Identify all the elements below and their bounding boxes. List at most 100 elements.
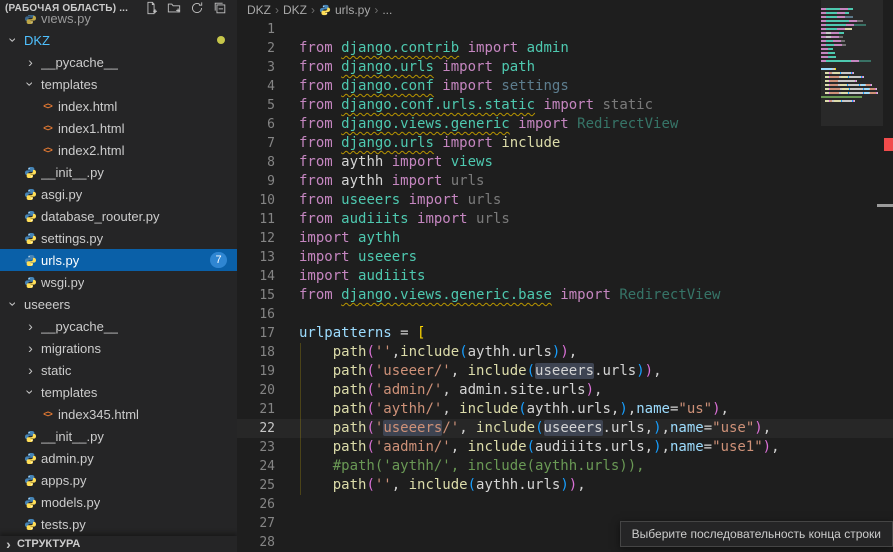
breadcrumb: DKZ›DKZ›urls.py›...	[237, 0, 893, 20]
code-line[interactable]: 17urlpatterns = [	[237, 324, 893, 343]
collapse-all-icon[interactable]	[213, 1, 227, 15]
code-line[interactable]: 11from audiiits import urls	[237, 210, 893, 229]
code-line[interactable]: 23 path('aadmin/', include(audiiits.urls…	[237, 438, 893, 457]
chevron-expanded-icon: ›	[23, 384, 39, 401]
code-line[interactable]: 26	[237, 495, 893, 514]
code-text: path('useeers/', include(useeers.urls,),…	[299, 419, 893, 438]
tree-file-database_roouter.py[interactable]: database_roouter.py	[0, 205, 237, 227]
line-number[interactable]: 16	[237, 305, 299, 324]
code-line[interactable]: 3from django.urls import path	[237, 58, 893, 77]
tree-folder-templates[interactable]: ›templates	[0, 381, 237, 403]
line-number[interactable]: 2	[237, 39, 299, 58]
line-number[interactable]: 7	[237, 134, 299, 153]
code-text: from django.urls import path	[299, 58, 893, 77]
outline-section-header[interactable]: › СТРУКТУРА	[0, 536, 237, 552]
tree-file-models.py[interactable]: models.py	[0, 491, 237, 513]
tree-folder-DKZ[interactable]: ›DKZ	[0, 29, 237, 51]
tree-file-index1.html[interactable]: <>index1.html	[0, 117, 237, 139]
code-line[interactable]: 5from django.conf.urls.static import sta…	[237, 96, 893, 115]
tree-file-urls.py[interactable]: urls.py7	[0, 249, 237, 271]
line-number[interactable]: 26	[237, 495, 299, 514]
line-number[interactable]: 8	[237, 153, 299, 172]
code-line[interactable]: 1	[237, 20, 893, 39]
tree-file-wsgi.py[interactable]: wsgi.py	[0, 271, 237, 293]
refresh-icon[interactable]	[190, 1, 204, 15]
tree-file-settings.py[interactable]: settings.py	[0, 227, 237, 249]
line-number[interactable]: 22	[237, 419, 299, 438]
code-line[interactable]: 22 path('useeers/', include(useeers.urls…	[237, 419, 893, 438]
line-number[interactable]: 10	[237, 191, 299, 210]
code-text: from django.conf import settings	[299, 77, 893, 96]
code-line[interactable]: 21 path('aythh/', include(aythh.urls,),n…	[237, 400, 893, 419]
code-line[interactable]: 12import aythh	[237, 229, 893, 248]
tree-file-__init__.py[interactable]: __init__.py	[0, 161, 237, 183]
tree-folder-__pycache__[interactable]: ›__pycache__	[0, 315, 237, 337]
line-number[interactable]: 20	[237, 381, 299, 400]
code-line[interactable]: 7from django.urls import include	[237, 134, 893, 153]
tree-file-asgi.py[interactable]: asgi.py	[0, 183, 237, 205]
code-line[interactable]: 2from django.contrib import admin	[237, 39, 893, 58]
breadcrumb-item[interactable]: DKZ	[247, 3, 271, 17]
tree-file-__init__.py[interactable]: __init__.py	[0, 425, 237, 447]
code-line[interactable]: 8from aythh import views	[237, 153, 893, 172]
line-number[interactable]: 23	[237, 438, 299, 457]
tree-folder-templates[interactable]: ›templates	[0, 73, 237, 95]
tree-folder-static[interactable]: ›static	[0, 359, 237, 381]
breadcrumb-item[interactable]: DKZ	[283, 3, 307, 17]
tree-folder-migrations[interactable]: ›migrations	[0, 337, 237, 359]
line-number[interactable]: 5	[237, 96, 299, 115]
code-line[interactable]: 15from django.views.generic.base import …	[237, 286, 893, 305]
minimap[interactable]	[821, 4, 883, 116]
tree-file-index2.html[interactable]: <>index2.html	[0, 139, 237, 161]
code-line[interactable]: 9from aythh import urls	[237, 172, 893, 191]
line-number[interactable]: 17	[237, 324, 299, 343]
line-number[interactable]: 25	[237, 476, 299, 495]
line-number[interactable]: 11	[237, 210, 299, 229]
tree-item-label: static	[41, 363, 71, 378]
line-number[interactable]: 28	[237, 533, 299, 552]
tree-file-apps.py[interactable]: apps.py	[0, 469, 237, 491]
line-number[interactable]: 9	[237, 172, 299, 191]
code-region[interactable]: 12from django.contrib import admin3from …	[237, 20, 893, 552]
code-line[interactable]: 24 #path('aythh/', include(aythh.urls)),	[237, 457, 893, 476]
code-line[interactable]: 16	[237, 305, 893, 324]
overview-ruler[interactable]	[884, 0, 893, 552]
line-number[interactable]: 21	[237, 400, 299, 419]
line-number[interactable]: 13	[237, 248, 299, 267]
code-line[interactable]: 6from django.views.generic import Redire…	[237, 115, 893, 134]
tree-file-views.py[interactable]: views.py	[0, 15, 237, 29]
line-number[interactable]: 24	[237, 457, 299, 476]
line-number[interactable]: 4	[237, 77, 299, 96]
code-line[interactable]: 20 path('admin/', admin.site.urls),	[237, 381, 893, 400]
code-text: path('admin/', admin.site.urls),	[299, 381, 893, 400]
chevron-collapsed-icon: ›	[22, 54, 39, 70]
breadcrumb-item[interactable]: urls.py	[319, 3, 370, 17]
code-line[interactable]: 13import useeers	[237, 248, 893, 267]
tree-file-tests.py[interactable]: tests.py	[0, 513, 237, 535]
code-line[interactable]: 18 path('',include(aythh.urls)),	[237, 343, 893, 362]
line-number[interactable]: 14	[237, 267, 299, 286]
code-text: #path('aythh/', include(aythh.urls)),	[299, 457, 893, 476]
new-file-icon[interactable]	[144, 1, 158, 15]
tree-folder-useeers[interactable]: ›useeers	[0, 293, 237, 315]
line-number[interactable]: 3	[237, 58, 299, 77]
line-number[interactable]: 15	[237, 286, 299, 305]
line-number[interactable]: 12	[237, 229, 299, 248]
overview-ruler-mark-gray	[877, 204, 893, 207]
tree-file-index.html[interactable]: <>index.html	[0, 95, 237, 117]
tree-file-admin.py[interactable]: admin.py	[0, 447, 237, 469]
line-number[interactable]: 1	[237, 20, 299, 39]
line-number[interactable]: 6	[237, 115, 299, 134]
line-number[interactable]: 27	[237, 514, 299, 533]
code-line[interactable]: 4from django.conf import settings	[237, 77, 893, 96]
tree-folder-__pycache__[interactable]: ›__pycache__	[0, 51, 237, 73]
new-folder-icon[interactable]	[167, 1, 181, 15]
tree-file-index345.html[interactable]: <>index345.html	[0, 403, 237, 425]
line-number[interactable]: 19	[237, 362, 299, 381]
code-line[interactable]: 10from useeers import urls	[237, 191, 893, 210]
code-line[interactable]: 14import audiiits	[237, 267, 893, 286]
line-number[interactable]: 18	[237, 343, 299, 362]
code-line[interactable]: 25 path('', include(aythh.urls)),	[237, 476, 893, 495]
breadcrumb-item[interactable]: ...	[382, 3, 392, 17]
code-line[interactable]: 19 path('useeer/', include(useeers.urls)…	[237, 362, 893, 381]
